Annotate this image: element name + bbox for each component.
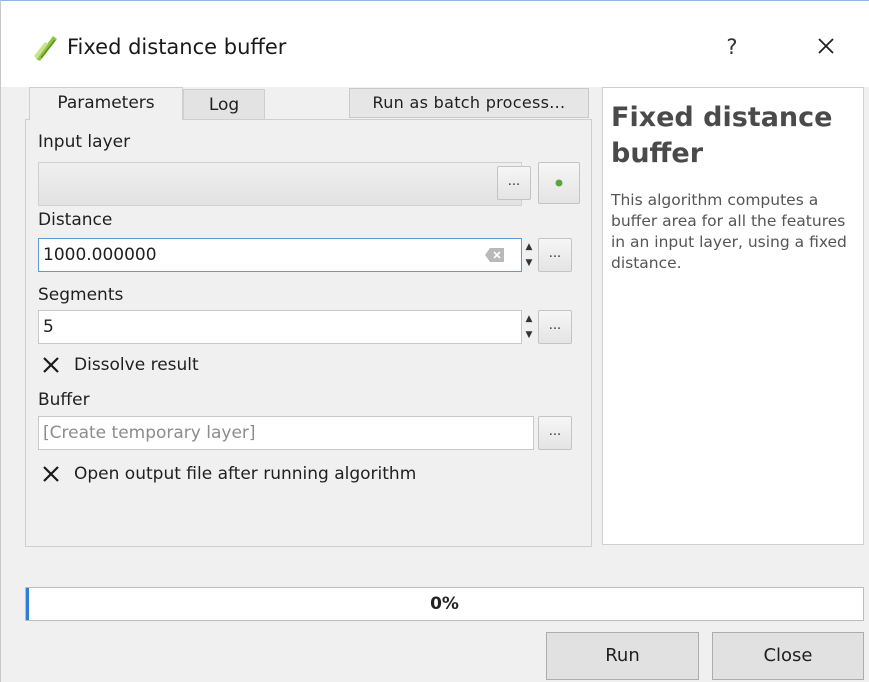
distance-label: Distance <box>38 210 113 230</box>
dissolve-label: Dissolve result <box>74 355 199 375</box>
tab-log[interactable]: Log <box>183 89 265 119</box>
buffer-browse-button[interactable]: ... <box>538 416 572 450</box>
input-layer-browse-button[interactable]: ... <box>497 166 531 200</box>
open-output-checkbox[interactable]: Open output file after running algorithm <box>40 461 560 487</box>
progress-text: 0% <box>430 594 459 614</box>
spin-down-icon[interactable]: ▼ <box>522 327 536 343</box>
help-button[interactable]: ? <box>717 31 747 63</box>
distance-input[interactable]: 1000.000000 <box>38 238 522 272</box>
dialog-window: Fixed distance buffer ? Parameters Log R… <box>0 0 869 682</box>
close-button[interactable]: Close <box>712 632 864 680</box>
spin-up-icon[interactable]: ▲ <box>522 311 536 327</box>
distance-options-button[interactable]: ... <box>538 238 572 272</box>
segments-label: Segments <box>38 285 124 305</box>
progress-bar: 0% <box>25 587 864 621</box>
checkbox-cross-icon <box>40 463 62 485</box>
title-bar: Fixed distance buffer ? <box>1 1 869 87</box>
segments-input[interactable]: 5 <box>38 310 522 344</box>
help-description: This algorithm computes a buffer area fo… <box>611 191 847 272</box>
input-layer-label: Input layer <box>38 132 131 152</box>
distance-spinbox-arrows[interactable]: ▲ ▼ <box>522 239 536 271</box>
tab-parameters[interactable]: Parameters <box>29 87 183 120</box>
parameters-panel: Input layer ▾ ... Distance 1000.000000 <box>25 119 592 547</box>
close-icon[interactable] <box>809 29 843 63</box>
segments-value: 5 <box>43 317 54 337</box>
buffer-output-input[interactable]: [Create temporary layer] <box>38 416 534 450</box>
run-as-batch-button[interactable]: Run as batch process... <box>349 88 589 118</box>
segments-spinbox-arrows[interactable]: ▲ ▼ <box>522 311 536 343</box>
open-output-label: Open output file after running algorithm <box>74 464 417 484</box>
help-panel: Fixed distance buffer This algorithm com… <box>602 87 864 545</box>
buffer-label: Buffer <box>38 390 90 410</box>
clear-input-icon[interactable] <box>484 247 506 263</box>
help-title: Fixed distance buffer <box>611 102 833 169</box>
run-button[interactable]: Run <box>546 632 699 680</box>
buffer-placeholder: [Create temporary layer] <box>43 423 256 443</box>
segments-options-button[interactable]: ... <box>538 310 572 344</box>
dissolve-checkbox[interactable]: Dissolve result <box>40 352 340 378</box>
spin-down-icon[interactable]: ▼ <box>522 255 536 271</box>
input-layer-select[interactable]: ▾ <box>38 162 522 206</box>
distance-value: 1000.000000 <box>43 245 157 265</box>
parameters-area: Parameters Log Run as batch process... I… <box>25 87 592 547</box>
qgis-buffer-icon <box>31 32 61 62</box>
input-layer-iterate-button[interactable] <box>538 162 580 204</box>
spin-up-icon[interactable]: ▲ <box>522 239 536 255</box>
green-dot-icon <box>555 179 563 187</box>
window-title: Fixed distance buffer <box>67 35 287 59</box>
checkbox-cross-icon <box>40 354 62 376</box>
